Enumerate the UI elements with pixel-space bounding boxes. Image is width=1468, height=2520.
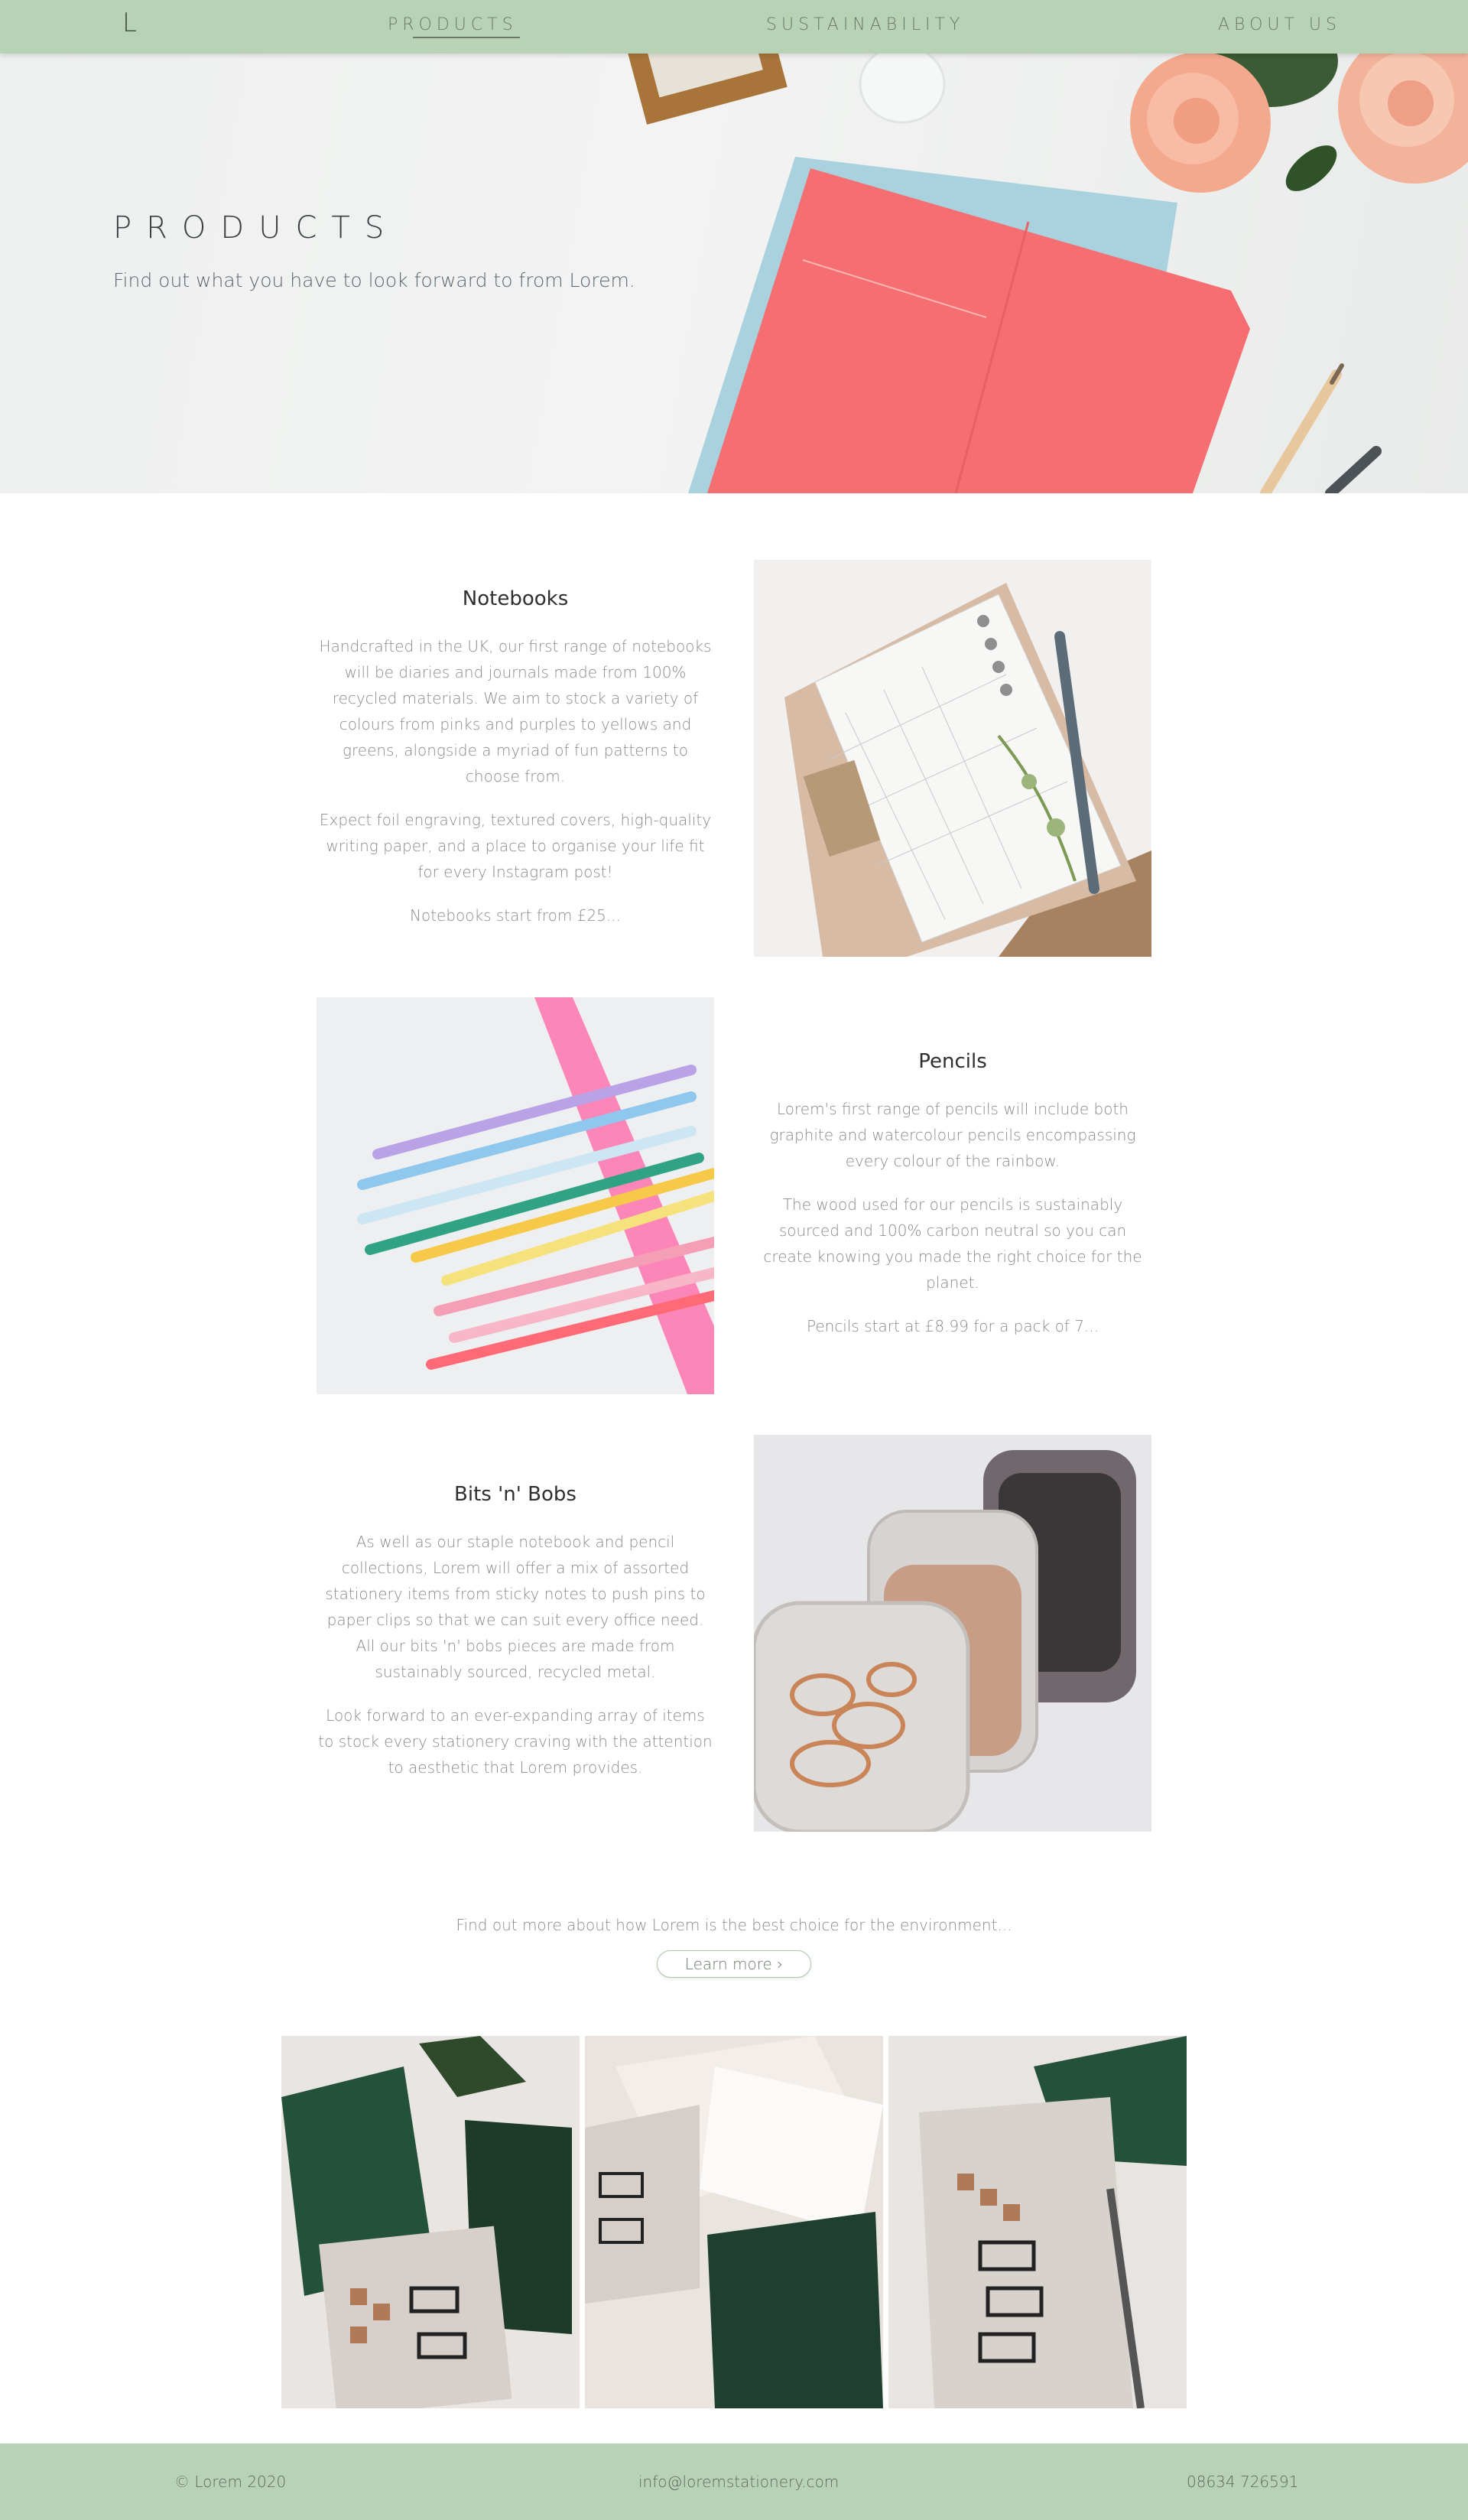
brand-logo[interactable]: L <box>122 8 137 38</box>
gallery-image-2[interactable] <box>585 2036 883 2408</box>
active-nav-underline <box>413 37 520 38</box>
pencils-section: Pencils Lorem's first range of pencils w… <box>754 1049 1151 1357</box>
section-heading: Pencils <box>918 1050 987 1073</box>
footer-phone: 08634 726591 <box>1187 2473 1299 2491</box>
section-paragraph: Lorem's first range of pencils will incl… <box>769 1100 1136 1170</box>
footer-email-link[interactable]: info@loremstationery.com <box>638 2473 839 2491</box>
footer-copyright: © Lorem 2020 <box>174 2473 287 2491</box>
sustainability-teaser: Find out more about how Lorem is the bes… <box>456 1916 1012 1934</box>
nav-link-products[interactable]: PRODUCTS <box>388 15 518 34</box>
section-paragraph: Handcrafted in the UK, our first range o… <box>319 637 712 785</box>
section-paragraph: Pencils start at £8.99 for a pack of 7..… <box>806 1317 1099 1335</box>
top-navigation: L PRODUCTS SUSTAINABILITY ABOUT US <box>0 0 1468 54</box>
hero-banner: PRODUCTS Find out what you have to look … <box>0 54 1468 493</box>
page-title: PRODUCTS <box>113 210 399 245</box>
pencils-photo <box>317 997 714 1394</box>
page-subtitle: Find out what you have to look forward t… <box>113 269 635 291</box>
section-paragraph: Expect foil engraving, textured covers, … <box>319 811 712 881</box>
bits-n-bobs-photo <box>754 1435 1151 1832</box>
section-heading: Notebooks <box>462 587 569 610</box>
gallery-image-3[interactable] <box>888 2036 1187 2408</box>
section-heading: Bits 'n' Bobs <box>454 1483 576 1506</box>
site-footer: © Lorem 2020 info@loremstationery.com 08… <box>0 2444 1468 2520</box>
learn-more-button[interactable]: Learn more › <box>657 1950 811 1978</box>
nav-link-about-us[interactable]: ABOUT US <box>1218 15 1341 34</box>
section-paragraph: The wood used for our pencils is sustain… <box>763 1195 1142 1292</box>
gallery-image-1[interactable] <box>281 2036 580 2408</box>
notebooks-photo <box>754 560 1151 957</box>
section-paragraph: Notebooks start from £25... <box>410 906 621 925</box>
bits-n-bobs-section: Bits 'n' Bobs As well as our staple note… <box>317 1481 714 1798</box>
section-paragraph: As well as our staple notebook and penci… <box>325 1533 706 1681</box>
nav-link-sustainability[interactable]: SUSTAINABILITY <box>766 15 964 34</box>
notebooks-section: Notebooks Handcrafted in the UK, our fir… <box>317 586 714 946</box>
section-paragraph: Look forward to an ever-expanding array … <box>318 1706 713 1777</box>
